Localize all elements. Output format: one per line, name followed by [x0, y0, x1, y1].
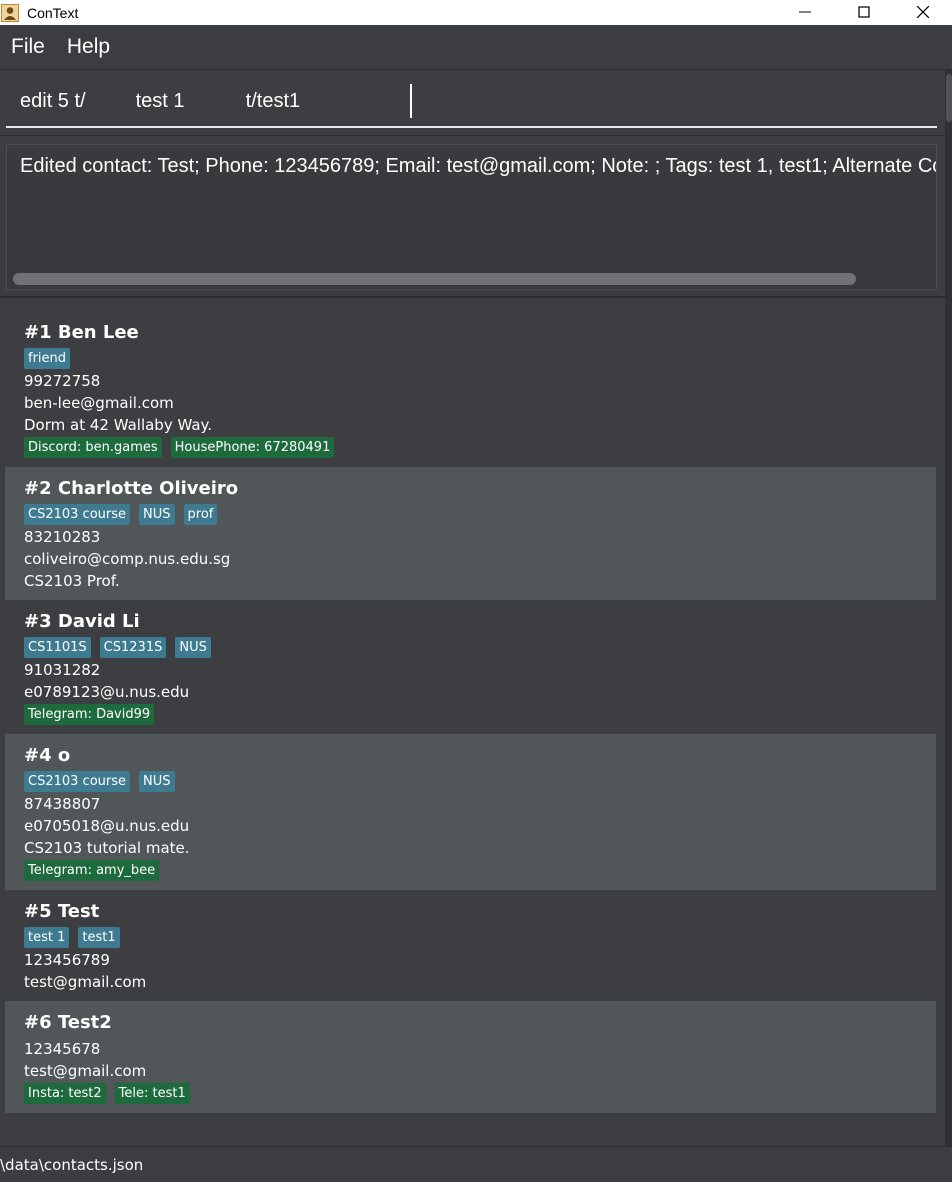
person-card[interactable]: #6 Test2 12345678 test@gmail.com Insta: tes…: [5, 1001, 936, 1113]
alternate-contact-list: Telegram: David99: [24, 704, 917, 725]
tag-label: prof: [183, 504, 218, 525]
tag-list: CS1101S CS1231S NUS: [24, 637, 917, 658]
vertical-scrollbar-thumb[interactable]: [946, 74, 952, 122]
maximize-button[interactable]: [834, 0, 893, 25]
close-button[interactable]: [893, 0, 952, 25]
result-display: Edited contact: Test; Phone: 123456789; …: [0, 136, 952, 298]
person-name: #1 Ben Lee: [24, 322, 139, 343]
person-email: coliveiro@comp.nus.edu.sg: [24, 550, 231, 568]
scrollbar-thumb[interactable]: [13, 273, 856, 285]
tag-list: CS2103 course NUS: [24, 771, 917, 792]
person-phone: 83210283: [24, 528, 101, 546]
alternate-contact-list: Insta: test2 Tele: test1: [24, 1083, 917, 1104]
person-name: #3 David Li: [24, 611, 140, 632]
menu-bar: File Help: [0, 25, 952, 70]
menu-file[interactable]: File: [0, 35, 56, 59]
person-name: #4 o: [24, 745, 71, 766]
alternate-contact-label: Insta: test2: [24, 1083, 106, 1104]
menu-help[interactable]: Help: [56, 35, 121, 59]
minimize-icon: [798, 3, 811, 22]
person-email: test@gmail.com: [24, 1062, 147, 1080]
title-bar: ConText: [0, 0, 952, 25]
command-box: edit 5 t/ test 1 t/test1: [0, 70, 952, 136]
tag-label: CS1101S: [24, 637, 91, 658]
maximize-icon: [857, 3, 870, 22]
person-phone: 91031282: [24, 661, 101, 679]
alternate-contact-label: Tele: test1: [114, 1083, 190, 1104]
tag-list: test 1 test1: [24, 927, 917, 948]
tag-label: test 1: [24, 927, 70, 948]
alternate-contact-label: Telegram: David99: [24, 704, 155, 725]
person-email: test@gmail.com: [24, 973, 147, 991]
tag-list: friend: [24, 348, 917, 369]
close-icon: [916, 3, 929, 22]
person-name: #5 Test: [24, 901, 100, 922]
tag-label: NUS: [139, 771, 175, 792]
person-name: #6 Test2: [24, 1012, 112, 1033]
alternate-contact-label: Discord: ben.games: [24, 437, 162, 458]
alternate-contact-list: Discord: ben.games HousePhone: 67280491: [24, 437, 917, 458]
tag-label: CS1231S: [99, 637, 167, 658]
tag-label: test1: [78, 927, 120, 948]
person-card[interactable]: #5 Test test 1 test1 123456789 test@gmail.co…: [5, 890, 936, 1001]
person-card[interactable]: #2 Charlotte Oliveiro CS2103 course NUS pro…: [5, 467, 936, 600]
person-email: e0705018@u.nus.edu: [24, 817, 190, 835]
window-title: ConText: [27, 4, 79, 21]
alternate-contact-list: Telegram: amy_bee: [24, 860, 917, 881]
result-text-area[interactable]: Edited contact: Test; Phone: 123456789; …: [6, 144, 937, 290]
person-phone: 99272758: [24, 372, 101, 390]
command-text: edit 5 t/ test 1 t/test1: [20, 90, 301, 112]
tag-label: NUS: [139, 504, 175, 525]
person-name: #2 Charlotte Oliveiro: [24, 478, 239, 499]
command-input[interactable]: edit 5 t/ test 1 t/test1: [6, 80, 937, 128]
tag-label: NUS: [175, 637, 211, 658]
person-card[interactable]: #3 David Li CS1101S CS1231S NUS 91031282 e078…: [5, 600, 936, 734]
save-location: \data\contacts.json: [0, 1156, 144, 1174]
person-note: Dorm at 42 Wallaby Way.: [24, 416, 213, 434]
person-phone: 87438807: [24, 795, 101, 813]
person-note: CS2103 Prof.: [24, 572, 120, 590]
person-email: ben-lee@gmail.com: [24, 394, 174, 412]
vertical-scrollbar[interactable]: [945, 70, 952, 1146]
person-card[interactable]: #4 o CS2103 course NUS 87438807 e0705018@u.n…: [5, 734, 936, 890]
person-card[interactable]: #1 Ben Lee friend 99272758 ben-lee@gmail.co…: [5, 311, 936, 467]
horizontal-scrollbar[interactable]: [13, 273, 931, 286]
person-note: CS2103 tutorial mate.: [24, 839, 190, 857]
tag-label: CS2103 course: [24, 771, 131, 792]
status-bar: \data\contacts.json: [0, 1146, 952, 1182]
person-email: e0789123@u.nus.edu: [24, 683, 190, 701]
text-caret: [410, 84, 412, 118]
person-list[interactable]: #1 Ben Lee friend 99272758 ben-lee@gmail.co…: [5, 311, 936, 1113]
person-icon: [1, 3, 19, 22]
minimize-button[interactable]: [775, 0, 834, 25]
tag-list: CS2103 course NUS prof: [24, 504, 917, 525]
result-message: Edited contact: Test; Phone: 123456789; …: [20, 155, 937, 177]
person-phone: 123456789: [24, 951, 110, 969]
alternate-contact-label: HousePhone: 67280491: [170, 437, 335, 458]
alternate-contact-label: Telegram: amy_bee: [24, 860, 160, 881]
tag-label: friend: [24, 348, 71, 369]
tag-label: CS2103 course: [24, 504, 131, 525]
person-phone: 12345678: [24, 1040, 101, 1058]
